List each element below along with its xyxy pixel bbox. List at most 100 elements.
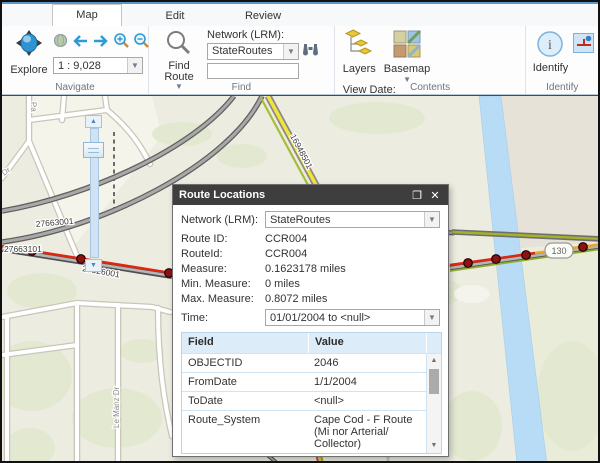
table-row: Route_System Cape Cod - F Route (Mi nor … bbox=[182, 410, 426, 453]
field-value: 0 miles bbox=[265, 277, 300, 290]
route-locations-dialog: Route Locations ❐ ✕ Network (LRM): State… bbox=[172, 184, 449, 457]
application-window: Map Edit Review Explore 1: 9,028 ▼ Navi… bbox=[0, 0, 600, 463]
layers-label: Layers bbox=[342, 63, 376, 75]
map-scale-combo[interactable]: 1 : 9,028 ▼ bbox=[53, 57, 143, 74]
identify-route-tool-icon bbox=[576, 35, 592, 52]
svg-text:130: 130 bbox=[551, 246, 566, 256]
cell-field: OBJECTID bbox=[188, 357, 243, 369]
chevron-down-icon[interactable]: ▼ bbox=[127, 58, 142, 73]
map-scale-value: 1 : 9,028 bbox=[58, 59, 101, 72]
network-lrm-label: Network (LRM): bbox=[207, 29, 285, 41]
map-view[interactable]: 130 27663001 27663101 16948501 Le Manz D… bbox=[2, 95, 598, 461]
column-header-scrollbar-gap bbox=[426, 333, 441, 353]
column-header-field: Field bbox=[188, 336, 214, 348]
find-route-label: Find Route bbox=[164, 60, 194, 83]
form-row-max-measure: Max. Measure: 0.8072 miles bbox=[181, 291, 440, 306]
table-row: ToDate <null> bbox=[182, 391, 426, 410]
group-label-find: Find bbox=[231, 82, 252, 93]
full-extent-globe-icon[interactable] bbox=[53, 33, 68, 51]
dialog-network-value: StateRoutes bbox=[270, 213, 331, 226]
group-label-identify: Identify bbox=[546, 82, 579, 93]
ribbon-group-find: Find Route ▼ Network (LRM): StateRoutes … bbox=[149, 26, 335, 94]
group-label-navigate: Navigate bbox=[55, 82, 95, 93]
ribbon-group-contents: Layers Basemap ▼ View Date: Contents bbox=[335, 26, 527, 115]
layers-button[interactable]: Layers bbox=[343, 29, 376, 75]
network-lrm-value: StateRoutes bbox=[212, 45, 273, 57]
field-label: RouteId: bbox=[181, 247, 223, 260]
form-row-route-id: Route ID: CCR004 bbox=[181, 231, 440, 246]
binoculars-icon[interactable] bbox=[302, 42, 319, 60]
field-value: CCR004 bbox=[265, 232, 308, 245]
table-row: FromDate 1/1/2004 bbox=[182, 372, 426, 391]
group-label-contents: Contents bbox=[410, 82, 451, 93]
field-value: 0.8072 miles bbox=[265, 292, 328, 305]
ribbon: Explore 1: 9,028 ▼ Navigate Find Route … bbox=[2, 26, 598, 115]
chevron-down-icon[interactable]: ▼ bbox=[424, 212, 439, 227]
field-label: Time: bbox=[181, 311, 209, 324]
cell-field: FromDate bbox=[188, 376, 237, 388]
slider-zoom-in-button[interactable]: ▲ bbox=[85, 115, 102, 128]
field-label: Network (LRM): bbox=[181, 213, 259, 226]
tab-edit[interactable]: Edit bbox=[140, 6, 210, 26]
dialog-network-combo[interactable]: StateRoutes ▼ bbox=[265, 211, 440, 228]
maximize-icon[interactable]: ❐ bbox=[410, 189, 424, 202]
form-row-min-measure: Min. Measure: 0 miles bbox=[181, 276, 440, 291]
next-extent-icon[interactable] bbox=[92, 34, 110, 51]
close-icon[interactable]: ✕ bbox=[428, 189, 442, 202]
street-label: Pa bbox=[29, 102, 38, 113]
slider-zoom-out-button[interactable]: ▼ bbox=[85, 259, 102, 272]
scrollbar-thumb[interactable] bbox=[429, 369, 439, 394]
tab-map[interactable]: Map bbox=[52, 4, 122, 26]
scroll-down-icon[interactable]: ▼ bbox=[427, 440, 441, 452]
previous-extent-icon[interactable] bbox=[71, 34, 89, 51]
scroll-up-icon[interactable]: ▲ bbox=[427, 355, 441, 367]
svg-text:i: i bbox=[549, 38, 553, 53]
cell-field: Route_System bbox=[188, 414, 261, 426]
zoom-slider-handle[interactable] bbox=[83, 142, 104, 158]
field-label: Max. Measure: bbox=[181, 292, 254, 305]
table-scrollbar[interactable]: ▲ ▼ bbox=[426, 353, 441, 453]
basemap-label: Basemap bbox=[383, 63, 431, 75]
route-search-input[interactable] bbox=[207, 63, 300, 79]
identify-button[interactable]: i Identify bbox=[530, 29, 570, 74]
cell-field: ToDate bbox=[188, 395, 223, 407]
dialog-title: Route Locations bbox=[179, 189, 266, 201]
building-footprint bbox=[454, 285, 490, 303]
basemap-button[interactable]: Basemap ▼ bbox=[384, 29, 430, 84]
form-row-network: Network (LRM): StateRoutes ▼ bbox=[181, 211, 440, 228]
cell-value: Cape Cod - F Route (Mi nor Arterial/ Col… bbox=[314, 414, 413, 450]
field-label: Measure: bbox=[181, 262, 227, 275]
street-label: Le Manz Dr bbox=[112, 386, 121, 428]
explore-button[interactable]: Explore bbox=[5, 29, 53, 76]
fixed-zoom-out-icon[interactable] bbox=[133, 32, 150, 52]
route-shield: 130 bbox=[544, 242, 574, 259]
field-label: Min. Measure: bbox=[181, 277, 251, 290]
identify-route-location-tool-button[interactable] bbox=[573, 33, 595, 53]
tab-review[interactable]: Review bbox=[228, 6, 298, 26]
dialog-time-value: 01/01/2004 to <null> bbox=[270, 311, 371, 324]
cell-value: 2046 bbox=[314, 357, 339, 369]
ribbon-tabbar: Map Edit Review bbox=[2, 2, 598, 26]
chevron-down-icon[interactable]: ▼ bbox=[424, 310, 439, 325]
ribbon-group-identify: i Identify Identify bbox=[526, 26, 598, 94]
find-route-button[interactable]: Find Route ▼ bbox=[153, 29, 205, 91]
table-header-row: Field Value bbox=[182, 333, 441, 353]
table-row: OBJECTID 2046 bbox=[182, 353, 426, 372]
field-value: 0.1623178 miles bbox=[265, 262, 346, 275]
dialog-titlebar[interactable]: Route Locations ❐ ✕ bbox=[173, 185, 448, 205]
explore-icon bbox=[12, 30, 46, 64]
field-label: Route ID: bbox=[181, 232, 228, 245]
form-row-routeid: RouteId: CCR004 bbox=[181, 246, 440, 261]
network-lrm-combo[interactable]: StateRoutes ▼ bbox=[207, 42, 300, 60]
form-row-measure: Measure: 0.1623178 miles bbox=[181, 261, 440, 276]
ribbon-group-navigate: Explore 1: 9,028 ▼ Navigate bbox=[2, 26, 150, 94]
form-row-time: Time: 01/01/2004 to <null> ▼ bbox=[181, 309, 440, 326]
attributes-table: Field Value OBJECTID 2046 FromDate 1/1/2… bbox=[181, 332, 442, 454]
chevron-down-icon[interactable]: ▼ bbox=[283, 43, 299, 59]
layers-icon bbox=[343, 29, 375, 62]
explore-label: Explore bbox=[10, 64, 48, 76]
dialog-time-combo[interactable]: 01/01/2004 to <null> ▼ bbox=[265, 309, 440, 326]
identify-icon: i bbox=[535, 31, 565, 62]
fixed-zoom-in-icon[interactable] bbox=[113, 32, 130, 52]
basemap-icon bbox=[392, 29, 422, 62]
